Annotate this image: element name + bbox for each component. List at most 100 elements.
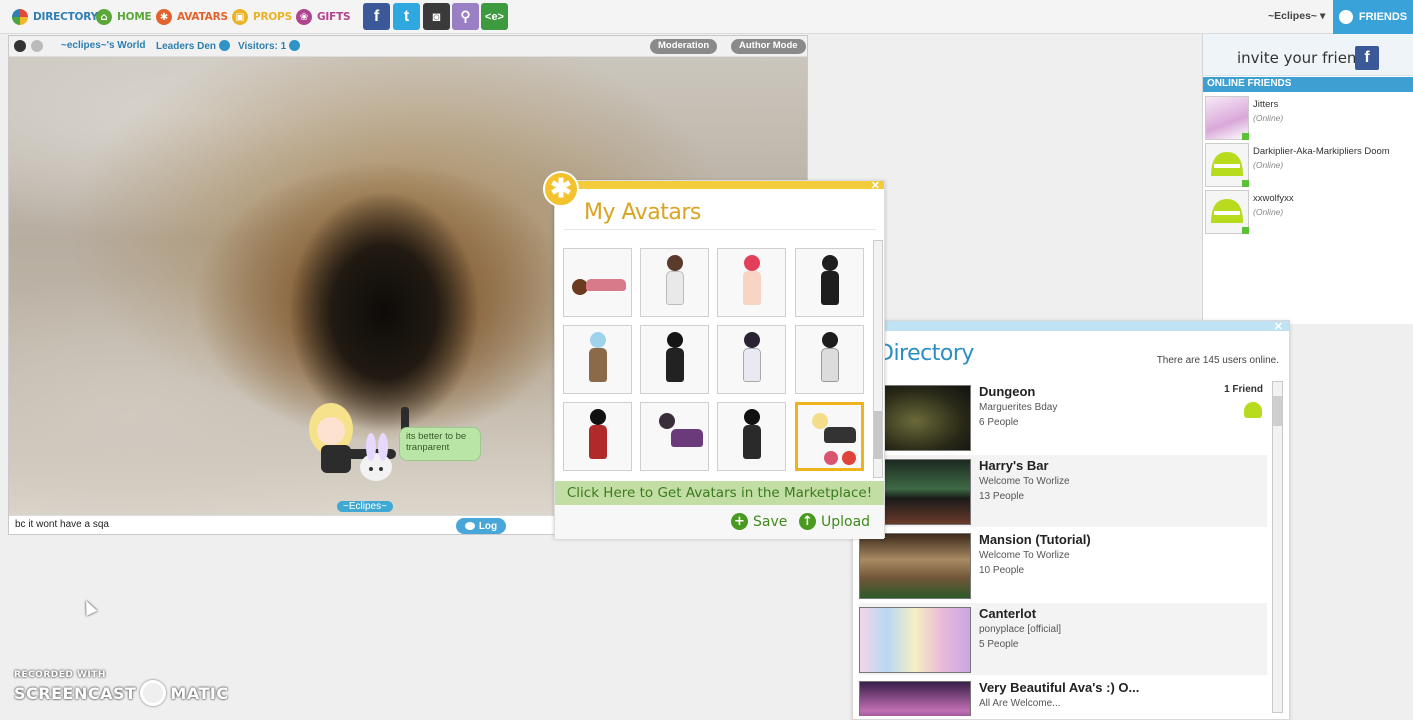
avatar-thumbnail[interactable] xyxy=(563,402,632,471)
friend-item[interactable]: Darkiplier-Aka-Markipliers Doom (Online) xyxy=(1205,143,1410,187)
friend-item[interactable]: Jitters (Online) xyxy=(1205,96,1410,140)
my-avatars-panel: ✱ ✕ My Avatars Click Here to Get Avatars… xyxy=(543,171,885,539)
avatar-thumbnail[interactable] xyxy=(640,248,709,317)
facebook-icon[interactable]: f xyxy=(363,3,390,30)
avatar-body xyxy=(589,425,607,459)
user-avatar[interactable] xyxy=(291,397,411,497)
room-row[interactable]: Canterlot ponyplace [official] 5 People xyxy=(859,603,1267,675)
avatar-thumbnail[interactable] xyxy=(640,325,709,394)
nav-directory-label: DIRECTORY xyxy=(33,11,98,23)
room-friend-count: 1 Friend xyxy=(1224,384,1263,395)
avatar-head xyxy=(590,409,606,425)
avatar-thumbnail[interactable] xyxy=(563,325,632,394)
room-row[interactable]: Mansion (Tutorial) Welcome To Worlize 10… xyxy=(859,529,1267,601)
avatar-thumbnail[interactable] xyxy=(563,248,632,317)
room-description: Welcome To Worlize xyxy=(979,550,1070,561)
nav-props[interactable]: ▣ PROPS xyxy=(232,8,292,26)
nav-avatars[interactable]: ✱ AVATARS xyxy=(156,8,228,26)
avatar-body xyxy=(743,271,761,305)
friends-tab[interactable]: FRIENDS xyxy=(1333,0,1413,34)
avatar-nametag: ~Eclipes~ xyxy=(337,501,393,512)
log-button[interactable]: Log xyxy=(456,518,506,534)
avatar-thumbnail[interactable] xyxy=(717,325,786,394)
facebook-invite-icon[interactable]: f xyxy=(1355,46,1379,70)
avatars-scrollbar[interactable] xyxy=(873,240,883,478)
link-icon[interactable]: ⚲ xyxy=(452,3,479,30)
avatar-thumbnail[interactable] xyxy=(795,325,864,394)
close-icon[interactable]: ✕ xyxy=(1274,320,1283,333)
leaders-den-label: Leaders Den xyxy=(156,41,217,52)
panel-footer: + Save ↑ Upload xyxy=(555,505,884,539)
forward-arrow-icon[interactable] xyxy=(31,40,43,52)
upload-button[interactable]: ↑ Upload xyxy=(799,513,870,530)
avatar-thumbnail[interactable] xyxy=(640,402,709,471)
chevron-down-icon xyxy=(219,40,231,51)
camera-icon[interactable]: ◙ xyxy=(423,3,450,30)
avatar-thumbnail[interactable] xyxy=(717,248,786,317)
online-indicator xyxy=(1242,227,1249,234)
watermark-matic: MATIC xyxy=(170,683,229,703)
avatar-body xyxy=(743,425,761,459)
friend-avatar xyxy=(1205,190,1249,234)
scrollbar-thumb[interactable] xyxy=(1273,396,1282,426)
marketplace-link[interactable]: Click Here to Get Avatars in the Marketp… xyxy=(555,481,884,505)
avatar-thumbnail-selected[interactable] xyxy=(795,402,864,471)
save-button[interactable]: + Save xyxy=(731,513,787,530)
avatar-head xyxy=(744,409,760,425)
friend-item[interactable]: xxwolfyxx (Online) xyxy=(1205,190,1410,234)
avatar-body xyxy=(821,348,839,382)
props-icon: ▣ xyxy=(232,9,248,25)
visitors-menu[interactable]: Visitors: 1 xyxy=(238,40,301,52)
moderation-button[interactable]: Moderation xyxy=(650,39,718,54)
delete-avatar-icon[interactable] xyxy=(842,451,856,465)
chat-input[interactable] xyxy=(15,519,445,530)
back-arrow-icon[interactable] xyxy=(14,40,26,52)
room-people: 6 People xyxy=(979,417,1019,428)
room-row[interactable]: Very Beautiful Ava's :) O... All Are Wel… xyxy=(859,677,1267,716)
log-label: Log xyxy=(478,520,498,532)
room-row[interactable]: Harry's Bar Welcome To Worlize 13 People xyxy=(859,455,1267,527)
room-people: 13 People xyxy=(979,491,1025,502)
friend-status: (Online) xyxy=(1253,160,1284,170)
invite-bar: invite your friends: f xyxy=(1203,34,1413,76)
directory-scrollbar[interactable] xyxy=(1272,381,1283,713)
plus-icon: + xyxy=(731,513,748,530)
close-icon[interactable]: ✕ xyxy=(871,179,880,192)
room-row[interactable]: Dungeon Marguerites Bday 6 People 1 Frie… xyxy=(859,381,1267,453)
avatar-body xyxy=(824,427,856,443)
directory-topbar xyxy=(853,321,1289,331)
nav-directory[interactable]: DIRECTORY xyxy=(12,8,98,26)
avatar-body xyxy=(671,429,703,447)
avatar-head xyxy=(590,332,606,348)
room-name: Harry's Bar xyxy=(979,458,1049,473)
twitter-icon[interactable]: t xyxy=(393,3,420,30)
room-list: Dungeon Marguerites Bday 6 People 1 Frie… xyxy=(859,381,1267,716)
friend-status: (Online) xyxy=(1253,113,1284,123)
world-name[interactable]: ~eclipes~'s World xyxy=(61,40,145,51)
nav-home[interactable]: ⌂ HOME xyxy=(96,8,152,26)
avatar-body xyxy=(666,271,684,305)
leaders-den-menu[interactable]: Leaders Den xyxy=(156,40,231,52)
watermark-line1: RECORDED WITH xyxy=(14,670,106,680)
avatar-head xyxy=(659,413,675,429)
top-navigation: DIRECTORY ⌂ HOME ✱ AVATARS ▣ PROPS ❀ GIF… xyxy=(0,0,1413,34)
scrollbar-thumb[interactable] xyxy=(874,411,882,459)
friends-icon xyxy=(1338,10,1353,24)
my-avatars-title: My Avatars xyxy=(584,200,701,225)
globe-icon xyxy=(12,9,28,25)
author-mode-button[interactable]: Author Mode xyxy=(731,39,806,54)
friends-tab-label: FRIENDS xyxy=(1358,11,1408,23)
screencast-watermark: RECORDED WITH SCREENCAST MATIC xyxy=(14,670,229,706)
avatar-thumbnail[interactable] xyxy=(795,248,864,317)
room-thumbnail xyxy=(859,607,971,673)
user-menu[interactable]: ~Eclipes~ ▾ xyxy=(1268,10,1325,22)
room-thumbnail xyxy=(859,533,971,599)
avatar-body xyxy=(821,271,839,305)
embed-icon[interactable]: <e> xyxy=(481,3,508,30)
avatar-thumbnail[interactable] xyxy=(717,402,786,471)
screencast-logo-icon xyxy=(140,680,167,706)
nav-gifts[interactable]: ❀ GIFTS xyxy=(296,8,351,26)
edit-avatar-icon[interactable] xyxy=(824,451,838,465)
divider xyxy=(564,229,876,230)
nav-gifts-label: GIFTS xyxy=(317,11,351,23)
